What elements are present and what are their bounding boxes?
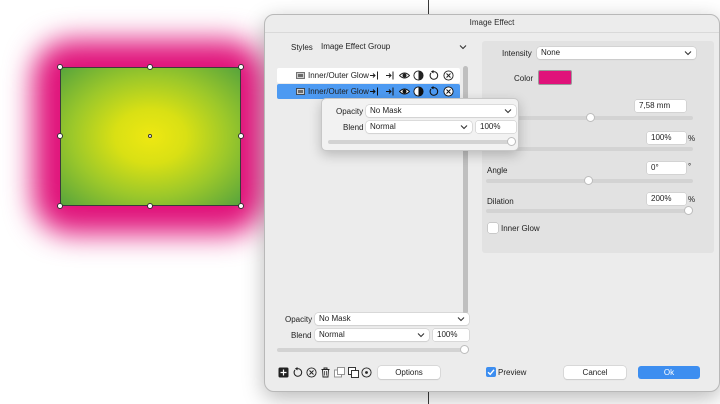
- size-field[interactable]: 7,58 mm: [635, 100, 686, 112]
- chevron-down-icon: [504, 109, 512, 114]
- styles-value: Image Effect Group: [321, 42, 391, 51]
- resize-handle-top-left[interactable]: [57, 64, 63, 70]
- trash-icon[interactable]: [320, 367, 331, 378]
- popup-blend-label: Blend: [343, 123, 364, 132]
- percent-unit: %: [688, 134, 696, 143]
- resize-handle-middle-left[interactable]: [57, 133, 63, 139]
- merge-in-icon[interactable]: [369, 86, 380, 97]
- bottom-opacity-dropdown[interactable]: No Mask: [315, 313, 469, 325]
- dilation-field[interactable]: 200%: [647, 193, 686, 205]
- slider-knob[interactable]: [507, 137, 516, 146]
- intensity-label: Intensity: [502, 49, 532, 58]
- chevron-down-icon: [417, 333, 425, 338]
- slider-knob[interactable]: [586, 113, 595, 122]
- delete-circle-icon[interactable]: [306, 367, 317, 378]
- inner-glow-checkbox[interactable]: [488, 223, 498, 233]
- resize-handle-bottom-center[interactable]: [147, 203, 153, 209]
- angle-unit: °: [688, 162, 692, 171]
- copy-icon[interactable]: [348, 367, 359, 378]
- merge-in-icon[interactable]: [369, 70, 380, 81]
- bottom-blend-percent-field[interactable]: 100%: [433, 329, 469, 341]
- checkmark-icon: [487, 369, 495, 376]
- bottom-opacity-value: No Mask: [319, 314, 351, 323]
- reset-icon[interactable]: [292, 367, 303, 378]
- dilation-unit: %: [688, 195, 696, 204]
- eye-icon[interactable]: [399, 70, 410, 81]
- popup-blend-dropdown[interactable]: Normal: [366, 121, 472, 133]
- chevron-down-icon: [460, 125, 468, 130]
- popup-blend-value: Normal: [370, 122, 396, 131]
- dialog-title: Image Effect: [265, 15, 719, 33]
- slider-knob[interactable]: [684, 206, 693, 215]
- intensity-dropdown[interactable]: None: [537, 47, 696, 59]
- merge-out-icon[interactable]: [384, 86, 395, 97]
- slider-knob[interactable]: [460, 345, 469, 354]
- angle-field[interactable]: 0°: [647, 162, 686, 174]
- popup-opacity-label: Opacity: [336, 107, 364, 116]
- reset-icon[interactable]: [428, 86, 439, 97]
- slider-knob[interactable]: [584, 176, 593, 185]
- styles-dropdown[interactable]: Image Effect Group: [317, 41, 471, 53]
- cancel-button[interactable]: Cancel: [564, 366, 626, 379]
- bottom-opacity-label: Opacity: [285, 315, 313, 324]
- preview-checkbox[interactable]: [486, 367, 496, 377]
- popup-blend-percent-field[interactable]: 100%: [476, 121, 516, 133]
- duplicate-icon[interactable]: [334, 367, 345, 378]
- canvas-guide-line-top: [428, 0, 429, 14]
- bottom-blend-dropdown[interactable]: Normal: [315, 329, 429, 341]
- merge-out-icon[interactable]: [384, 70, 395, 81]
- target-icon[interactable]: [361, 367, 372, 378]
- reset-icon[interactable]: [428, 70, 439, 81]
- angle-slider[interactable]: [486, 176, 693, 185]
- inner-glow-label: Inner Glow: [501, 224, 540, 233]
- options-button[interactable]: Options: [378, 366, 440, 379]
- styles-label: Styles: [291, 43, 313, 52]
- chevron-down-icon: [459, 45, 467, 50]
- resize-handle-top-center[interactable]: [147, 64, 153, 70]
- chevron-down-icon: [457, 317, 465, 322]
- intensity-value: None: [541, 48, 561, 57]
- popup-opacity-slider[interactable]: [328, 137, 516, 146]
- layer-thumbnail-icon: [296, 88, 305, 95]
- blend-icon[interactable]: [413, 70, 424, 81]
- color-swatch[interactable]: [538, 70, 572, 85]
- bottom-opacity-slider[interactable]: [277, 345, 469, 354]
- effect-label: Inner/Outer Glow: [308, 71, 369, 80]
- angle-label: Angle: [487, 166, 508, 175]
- chevron-down-icon: [684, 51, 692, 56]
- effect-label: Inner/Outer Glow: [308, 87, 369, 96]
- effect-blend-popup: Opacity No Mask Blend Normal 100%: [321, 98, 519, 151]
- dilation-label: Dilation: [487, 197, 514, 206]
- delete-icon[interactable]: [443, 70, 454, 81]
- eye-icon[interactable]: [399, 86, 410, 97]
- delete-icon[interactable]: [443, 86, 454, 97]
- percent-field[interactable]: 100%: [647, 132, 686, 144]
- blend-icon[interactable]: [413, 86, 424, 97]
- bottom-blend-value: Normal: [319, 330, 345, 339]
- image-effect-dialog: Image Effect Styles Image Effect Group I…: [264, 14, 720, 392]
- color-label: Color: [514, 74, 534, 83]
- resize-handle-top-right[interactable]: [238, 64, 244, 70]
- ok-button[interactable]: Ok: [638, 366, 700, 379]
- add-icon[interactable]: [278, 367, 289, 378]
- list-item-selected[interactable]: Inner/Outer Glow: [277, 84, 460, 99]
- preview-label: Preview: [498, 368, 527, 377]
- resize-handle-bottom-left[interactable]: [57, 203, 63, 209]
- popup-opacity-value: No Mask: [370, 106, 402, 115]
- list-item[interactable]: Inner/Outer Glow: [277, 68, 460, 83]
- resize-handle-middle-right[interactable]: [238, 133, 244, 139]
- popup-opacity-dropdown[interactable]: No Mask: [366, 105, 516, 117]
- bottom-blend-label: Blend: [291, 331, 312, 340]
- resize-handle-bottom-right[interactable]: [238, 203, 244, 209]
- layer-thumbnail-icon: [296, 72, 305, 79]
- dilation-slider[interactable]: [486, 206, 693, 215]
- canvas-guide-line-bottom: [428, 392, 429, 404]
- center-point[interactable]: [148, 134, 152, 138]
